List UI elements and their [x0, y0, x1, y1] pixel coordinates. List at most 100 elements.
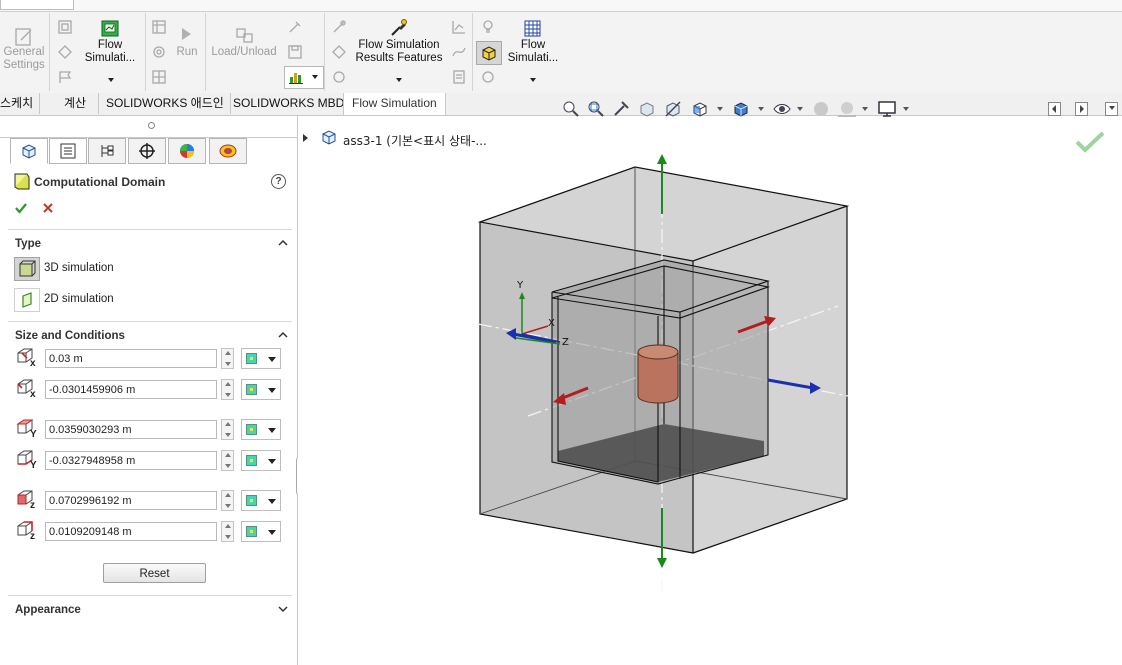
- panel-grip-icon[interactable]: [148, 122, 155, 129]
- gear-icon[interactable]: [151, 44, 167, 60]
- chevron-down-icon[interactable]: [758, 107, 764, 111]
- flow-simulation-icon: [101, 20, 119, 37]
- chevron-down-icon[interactable]: [862, 107, 868, 111]
- xy-plot-icon[interactable]: [451, 19, 467, 35]
- diamond-icon[interactable]: [331, 44, 347, 60]
- y-max-input[interactable]: 0.0359030293 m: [45, 420, 217, 439]
- help-icon[interactable]: ?: [271, 174, 286, 189]
- chevron-down-icon[interactable]: [717, 107, 723, 111]
- pane-left-button[interactable]: [1048, 102, 1061, 116]
- chevron-down-icon[interactable]: [903, 107, 909, 111]
- appearance-section-header[interactable]: Appearance: [15, 604, 81, 616]
- flow-simulation-label-1: Flow: [97, 39, 123, 51]
- cancel-x-icon[interactable]: [42, 202, 54, 214]
- triad-x-label: X: [548, 318, 555, 329]
- reset-button[interactable]: Reset: [103, 563, 206, 583]
- command-manager-ribbon: General Settings Flow Simulati... Run Lo…: [0, 0, 1122, 94]
- z-max-spinner[interactable]: [221, 490, 234, 511]
- model-view[interactable]: Y X Z: [298, 116, 1122, 665]
- axis-subscript: x: [30, 389, 36, 400]
- load-unload-label: Load/Unload: [211, 46, 277, 58]
- z-min-condition-dropdown[interactable]: [241, 521, 281, 542]
- y-min-spinner[interactable]: [221, 450, 234, 471]
- z-max-condition-dropdown[interactable]: [241, 490, 281, 511]
- y-max-spinner[interactable]: [221, 419, 234, 440]
- x-max-input[interactable]: 0.03 m: [45, 349, 217, 368]
- cylinder-part: [637, 352, 679, 404]
- tab-sketch[interactable]: 스케치: [0, 93, 41, 114]
- size-conditions-header[interactable]: Size and Conditions: [15, 330, 125, 342]
- bar-chart-icon: [289, 73, 303, 84]
- run-label: Run: [176, 46, 198, 58]
- flow-simulation-2-label-2: Simulati...: [507, 52, 559, 64]
- 3d-simulation-option[interactable]: [14, 257, 40, 281]
- ribbon-tab-stub[interactable]: [0, 0, 74, 10]
- chevron-down-icon: [396, 78, 402, 82]
- tab-solidworks-addins[interactable]: SOLIDWORKS 애드인: [100, 93, 231, 114]
- plot-dropdown[interactable]: [284, 66, 324, 89]
- propertymanager-tab[interactable]: [49, 138, 87, 164]
- x-min-spinner[interactable]: [221, 379, 234, 400]
- tab-flow-simulation[interactable]: Flow Simulation: [343, 93, 446, 115]
- component-control-icon[interactable]: [57, 44, 73, 60]
- table-icon[interactable]: [151, 19, 167, 35]
- separator: [145, 13, 146, 91]
- chevron-up-icon[interactable]: [278, 238, 288, 248]
- grid-icon[interactable]: [151, 69, 167, 85]
- save-icon[interactable]: [287, 44, 303, 60]
- featuremanager-tab[interactable]: [10, 138, 48, 164]
- crosshair-icon: [139, 143, 155, 159]
- flow-trajectory-icon[interactable]: [451, 44, 467, 60]
- x-min-condition-dropdown[interactable]: [241, 379, 281, 400]
- ok-check-icon[interactable]: [14, 201, 28, 215]
- axis-subscript: Y: [30, 429, 37, 440]
- pane-close-button[interactable]: [1105, 102, 1118, 116]
- chevron-down-icon: [530, 78, 536, 82]
- separator: [324, 13, 325, 91]
- triad-z-label: Z: [562, 337, 569, 348]
- y-min-condition-dropdown[interactable]: [241, 450, 281, 471]
- z-min-input[interactable]: 0.0109209148 m: [45, 522, 217, 541]
- y-min-input[interactable]: -0.0327948958 m: [45, 451, 217, 470]
- flow-simulation-2-label-1: Flow: [520, 39, 546, 51]
- results-features-label-1: Flow Simulation: [358, 39, 440, 51]
- computational-domain-toggle[interactable]: [476, 41, 502, 65]
- type-section-header[interactable]: Type: [15, 238, 41, 250]
- flow-simulation-label-2: Simulati...: [84, 52, 136, 64]
- condition-icon: [246, 384, 257, 395]
- probe-icon[interactable]: [287, 19, 303, 35]
- x-max-condition-dropdown[interactable]: [241, 348, 281, 369]
- divider: [8, 321, 292, 322]
- dimxpert-tab[interactable]: [128, 138, 166, 164]
- results-features-label-2: Results Features: [355, 52, 443, 64]
- chevron-down-icon: [268, 499, 276, 504]
- flow-simulation-analysis-tab[interactable]: [209, 138, 247, 164]
- separator: [49, 13, 50, 91]
- tab-solidworks-mbd[interactable]: SOLIDWORKS MBD: [227, 93, 352, 114]
- y-max-condition-dropdown[interactable]: [241, 419, 281, 440]
- goal-icon[interactable]: [331, 69, 347, 85]
- chevron-up-icon[interactable]: [278, 330, 288, 340]
- lightbulb-icon[interactable]: [480, 19, 496, 35]
- cylinder-top: [637, 344, 679, 360]
- chevron-down-icon[interactable]: [278, 604, 288, 614]
- report-icon[interactable]: [451, 69, 467, 85]
- wand-icon[interactable]: [331, 19, 347, 35]
- settings-gear-icon[interactable]: [480, 69, 496, 85]
- property-list-icon: [60, 143, 76, 159]
- flag-icon[interactable]: [57, 69, 73, 85]
- wizard-icon[interactable]: [57, 19, 73, 35]
- x-max-spinner[interactable]: [221, 348, 234, 369]
- configurationmanager-tab[interactable]: [88, 138, 126, 164]
- condition-icon: [246, 455, 257, 466]
- chevron-down-icon[interactable]: [797, 107, 803, 111]
- general-settings-label: General Settings: [3, 46, 45, 71]
- z-min-spinner[interactable]: [221, 521, 234, 542]
- display-manager-tab[interactable]: [168, 138, 206, 164]
- tab-evaluate[interactable]: 계산: [52, 93, 100, 114]
- x-min-input[interactable]: -0.0301459906 m: [45, 380, 217, 399]
- 2d-plane-icon: [22, 292, 32, 308]
- pane-right-button[interactable]: [1075, 102, 1088, 116]
- 2d-simulation-option[interactable]: [14, 288, 40, 312]
- z-max-input[interactable]: 0.0702996192 m: [45, 491, 217, 510]
